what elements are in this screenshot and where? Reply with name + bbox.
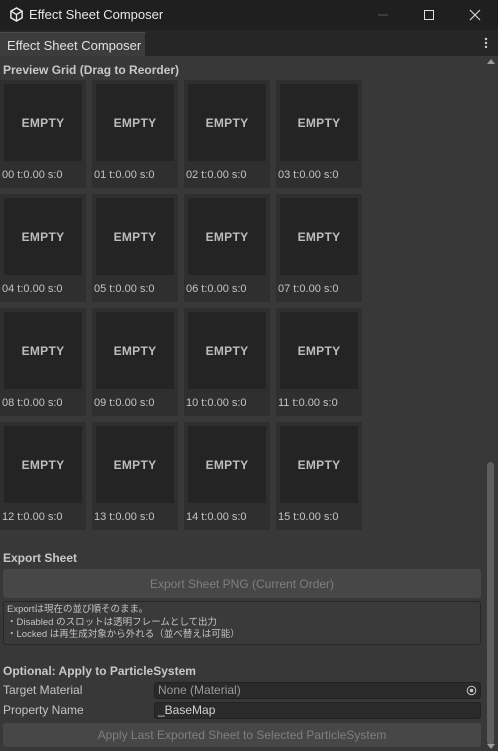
export-help-box: Exportは現在の並び順そのまま。 ・Disabled のスロットは透明フレー…: [3, 601, 481, 645]
preview-cell[interactable]: EMPTY 02 t:0.00 s:0: [184, 80, 270, 188]
tab-bar: Effect Sheet Composer: [0, 30, 498, 56]
kebab-menu-icon[interactable]: [480, 36, 492, 50]
cell-thumbnail: EMPTY: [188, 198, 266, 275]
target-material-value: None (Material): [158, 683, 241, 697]
help-line: ・Disabled のスロットは透明フレームとして出力: [7, 616, 218, 628]
cell-label: 07 t:0.00 s:0: [278, 283, 339, 295]
target-material-label: Target Material: [3, 683, 83, 697]
scroll-up-arrow-icon[interactable]: [487, 59, 495, 64]
help-line: Exportは現在の並び順そのまま。: [7, 604, 149, 615]
cell-label: 15 t:0.00 s:0: [278, 511, 339, 523]
preview-cell[interactable]: EMPTY 09 t:0.00 s:0: [92, 308, 178, 416]
cell-thumbnail: EMPTY: [4, 426, 82, 503]
cell-label: 04 t:0.00 s:0: [2, 283, 63, 295]
cell-thumbnail: EMPTY: [188, 312, 266, 389]
scroll-down-arrow-icon[interactable]: [487, 744, 495, 749]
cell-thumbnail: EMPTY: [188, 84, 266, 161]
preview-cell[interactable]: EMPTY 03 t:0.00 s:0: [276, 80, 362, 188]
preview-cell[interactable]: EMPTY 00 t:0.00 s:0: [0, 80, 86, 188]
preview-grid-header: Preview Grid (Drag to Reorder): [3, 63, 180, 77]
cell-thumbnail: EMPTY: [96, 198, 174, 275]
scrollbar-thumb[interactable]: [487, 462, 494, 745]
inspector-content: Preview Grid (Drag to Reorder) EMPTY 00 t…: [0, 56, 498, 751]
cell-thumbnail: EMPTY: [280, 426, 358, 503]
cell-thumbnail: EMPTY: [4, 198, 82, 275]
preview-cell[interactable]: EMPTY 08 t:0.00 s:0: [0, 308, 86, 416]
cell-thumbnail: EMPTY: [96, 312, 174, 389]
cell-label: 00 t:0.00 s:0: [2, 169, 63, 181]
cell-label: 11 t:0.00 s:0: [278, 397, 338, 409]
preview-cell[interactable]: EMPTY 05 t:0.00 s:0: [92, 194, 178, 302]
cell-label: 06 t:0.00 s:0: [186, 283, 247, 295]
apply-particle-header: Optional: Apply to ParticleSystem: [3, 664, 196, 678]
cell-label: 13 t:0.00 s:0: [94, 511, 155, 523]
object-picker-icon[interactable]: [466, 685, 477, 696]
preview-cell[interactable]: EMPTY 10 t:0.00 s:0: [184, 308, 270, 416]
cell-thumbnail: EMPTY: [280, 312, 358, 389]
preview-cell[interactable]: EMPTY 14 t:0.00 s:0: [184, 422, 270, 530]
cell-thumbnail: EMPTY: [4, 312, 82, 389]
target-material-field[interactable]: None (Material): [154, 682, 481, 699]
maximize-icon: [424, 10, 434, 20]
preview-cell[interactable]: EMPTY 15 t:0.00 s:0: [276, 422, 362, 530]
cell-label: 08 t:0.00 s:0: [2, 397, 63, 409]
cell-thumbnail: EMPTY: [188, 426, 266, 503]
preview-cell[interactable]: EMPTY 01 t:0.00 s:0: [92, 80, 178, 188]
export-sheet-button[interactable]: Export Sheet PNG (Current Order): [3, 569, 481, 598]
apply-sheet-button[interactable]: Apply Last Exported Sheet to Selected Pa…: [3, 723, 481, 747]
cell-label: 05 t:0.00 s:0: [94, 283, 155, 295]
maximize-button[interactable]: [406, 0, 452, 30]
preview-cell[interactable]: EMPTY 04 t:0.00 s:0: [0, 194, 86, 302]
cell-label: 01 t:0.00 s:0: [94, 169, 155, 181]
close-icon: [469, 9, 481, 21]
minimize-button[interactable]: [360, 0, 406, 30]
export-sheet-header: Export Sheet: [3, 551, 78, 565]
preview-cell[interactable]: EMPTY 07 t:0.00 s:0: [276, 194, 362, 302]
tab-effect-sheet-composer[interactable]: Effect Sheet Composer: [0, 32, 146, 56]
property-name-field[interactable]: _BaseMap: [154, 702, 481, 719]
cell-label: 12 t:0.00 s:0: [2, 511, 63, 523]
close-button[interactable]: [452, 0, 498, 30]
cell-thumbnail: EMPTY: [280, 198, 358, 275]
unity-logo-icon: [10, 7, 23, 22]
cell-label: 03 t:0.00 s:0: [278, 169, 339, 181]
window-title: Effect Sheet Composer: [29, 7, 164, 22]
cell-thumbnail: EMPTY: [280, 84, 358, 161]
preview-cell[interactable]: EMPTY 12 t:0.00 s:0: [0, 422, 86, 530]
property-name-value: _BaseMap: [158, 703, 216, 717]
cell-label: 09 t:0.00 s:0: [94, 397, 155, 409]
preview-cell[interactable]: EMPTY 13 t:0.00 s:0: [92, 422, 178, 530]
cell-label: 14 t:0.00 s:0: [186, 511, 247, 523]
cell-thumbnail: EMPTY: [96, 426, 174, 503]
property-name-label: Property Name: [3, 703, 84, 717]
tab-label: Effect Sheet Composer: [7, 38, 142, 53]
cell-label: 02 t:0.00 s:0: [186, 169, 247, 181]
help-line: ・Locked は再生成対象から外れる（並べ替えは可能）: [7, 629, 240, 640]
cell-thumbnail: EMPTY: [4, 84, 82, 161]
cell-thumbnail: EMPTY: [96, 84, 174, 161]
preview-cell[interactable]: EMPTY 11 t:0.00 s:0: [276, 308, 362, 416]
preview-cell[interactable]: EMPTY 06 t:0.00 s:0: [184, 194, 270, 302]
title-bar: Effect Sheet Composer: [0, 0, 498, 30]
minimize-icon: [378, 14, 388, 16]
cell-label: 10 t:0.00 s:0: [186, 397, 247, 409]
